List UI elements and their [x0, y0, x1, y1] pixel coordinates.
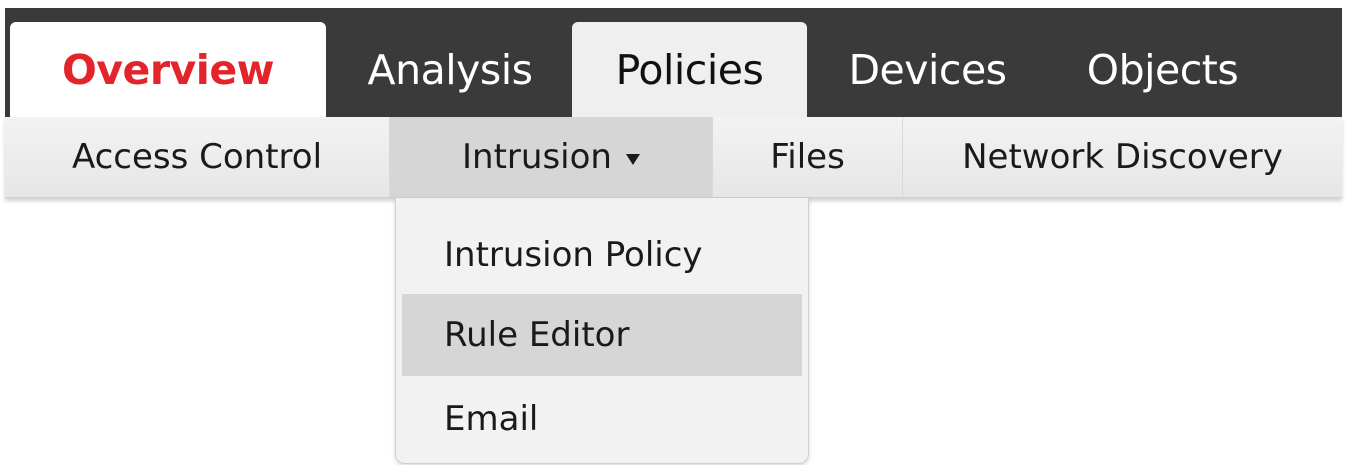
subnav-access-control[interactable]: Access Control: [5, 117, 390, 197]
top-navigation-bar: Overview Analysis Policies Devices Objec…: [5, 8, 1342, 117]
tab-objects[interactable]: Objects: [1050, 22, 1275, 117]
subnav-files[interactable]: Files: [713, 117, 903, 197]
intrusion-dropdown-menu: Intrusion Policy Rule Editor Email: [395, 198, 809, 464]
menu-item-rule-editor[interactable]: Rule Editor: [402, 294, 802, 376]
menu-item-rule-editor-label: Rule Editor: [444, 315, 630, 355]
policies-sub-navigation: Access Control Intrusion Files Network D…: [5, 117, 1342, 198]
caret-down-icon: [625, 153, 640, 165]
tab-analysis[interactable]: Analysis: [335, 22, 565, 117]
tab-devices[interactable]: Devices: [820, 22, 1035, 117]
menu-item-email-label: Email: [444, 399, 539, 439]
subnav-access-control-label: Access Control: [71, 137, 323, 177]
subnav-network-discovery[interactable]: Network Discovery: [903, 117, 1342, 197]
subnav-intrusion[interactable]: Intrusion: [390, 117, 713, 197]
tab-overview[interactable]: Overview: [10, 22, 326, 117]
subnav-network-discovery-label: Network Discovery: [962, 137, 1283, 177]
tab-policies[interactable]: Policies: [572, 22, 807, 117]
menu-item-intrusion-policy-label: Intrusion Policy: [444, 235, 703, 275]
menu-item-intrusion-policy[interactable]: Intrusion Policy: [402, 214, 802, 296]
app-screen: Overview Analysis Policies Devices Objec…: [0, 0, 1350, 465]
subnav-files-label: Files: [770, 137, 845, 177]
subnav-intrusion-label: Intrusion: [462, 137, 612, 177]
menu-item-email[interactable]: Email: [402, 378, 802, 460]
